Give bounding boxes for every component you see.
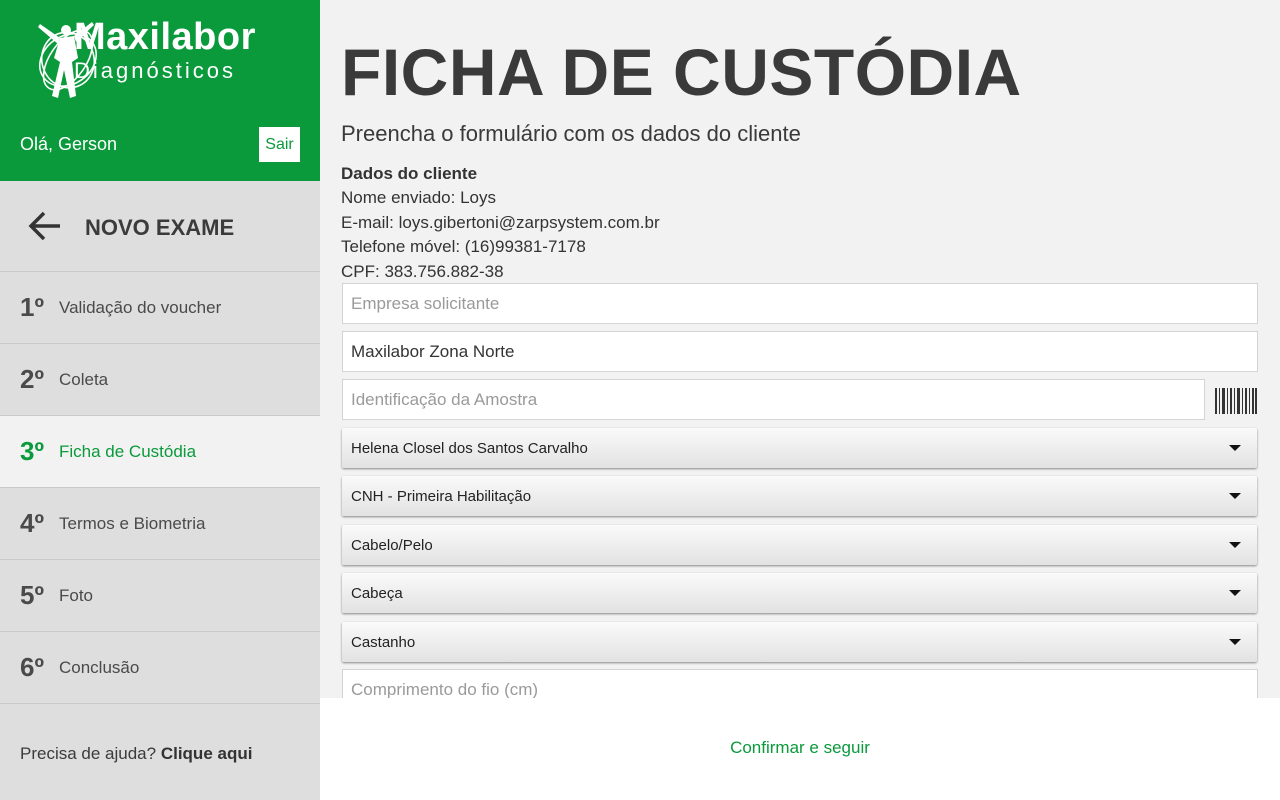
step-number: 6º (20, 652, 44, 682)
step-label: Conclusão (59, 657, 140, 677)
step-label: Ficha de Custódia (59, 441, 197, 461)
step-item-coleta[interactable]: 2º Coleta (0, 344, 320, 416)
reason-value: CNH - Primeira Habilitação (351, 487, 532, 505)
material-select[interactable]: Cabelo/Pelo (342, 525, 1257, 565)
arrow-left-icon[interactable] (26, 207, 64, 245)
caret-down-icon (1229, 493, 1241, 499)
logout-button[interactable]: Sair (259, 127, 300, 162)
region-select[interactable]: Cabeça (342, 573, 1257, 613)
sidebar: Maxilabor Diagnósticos Olá, Gerson Sair … (0, 0, 320, 800)
help-question: Precisa de ajuda? (20, 744, 157, 763)
back-header[interactable]: NOVO EXAME (0, 181, 320, 272)
step-number: 3º (20, 436, 44, 466)
company-input[interactable] (342, 283, 1258, 324)
client-phone: Telefone móvel: (16)99381-7178 (341, 237, 586, 257)
step-number: 1º (20, 292, 44, 322)
region-value: Cabeça (351, 584, 403, 602)
sample-id-input[interactable] (342, 379, 1205, 420)
collector-value: Helena Closel dos Santos Carvalho (351, 439, 588, 457)
user-greeting: Olá, Gerson (20, 134, 118, 154)
hair-length-input[interactable] (342, 669, 1258, 698)
caret-down-icon (1229, 542, 1241, 548)
reason-select[interactable]: CNH - Primeira Habilitação (342, 476, 1257, 516)
step-item-conclusao[interactable]: 6º Conclusão (0, 632, 320, 704)
collector-select[interactable]: Helena Closel dos Santos Carvalho (342, 428, 1257, 468)
step-label: Coleta (59, 369, 109, 389)
footer-bar: Confirmar e seguir (320, 698, 1280, 800)
help-link[interactable]: Clique aqui (161, 744, 253, 763)
brand-subtitle: Diagnósticos (74, 58, 236, 83)
step-number: 4º (20, 508, 44, 538)
page-title: FICHA DE CUSTÓDIA (341, 35, 1022, 109)
caret-down-icon (1229, 639, 1241, 645)
color-value: Castanho (351, 633, 416, 651)
step-number: 5º (20, 580, 44, 610)
step-item-voucher[interactable]: 1º Validação do voucher (0, 272, 320, 344)
help-text: Precisa de ajuda? Clique aqui (20, 744, 252, 764)
caret-down-icon (1229, 590, 1241, 596)
step-item-termos[interactable]: 4º Termos e Biometria (0, 488, 320, 560)
step-list: 1º Validação do voucher 2º Coleta 3º Fic… (0, 272, 320, 704)
client-info: Dados do cliente Nome enviado: Loys E-ma… (341, 162, 660, 284)
barcode-scan-icon[interactable] (1215, 388, 1257, 414)
step-item-foto[interactable]: 5º Foto (0, 560, 320, 632)
step-label: Termos e Biometria (59, 513, 206, 533)
color-select[interactable]: Castanho (342, 622, 1257, 662)
brand-name: Maxilabor (74, 16, 256, 58)
confirm-button[interactable]: Confirmar e seguir (320, 738, 1280, 758)
client-email: E-mail: loys.gibertoni@zarpsystem.com.br (341, 212, 660, 232)
back-title: NOVO EXAME (85, 215, 235, 240)
page-subtitle: Preencha o formulário com os dados do cl… (341, 121, 801, 146)
step-number: 2º (20, 364, 44, 394)
client-name: Nome enviado: Loys (341, 188, 496, 208)
step-label: Foto (59, 585, 94, 605)
client-info-heading: Dados do cliente (341, 164, 478, 183)
main-content: FICHA DE CUSTÓDIA Preencha o formulário … (320, 0, 1280, 698)
step-label: Validação do voucher (59, 297, 222, 317)
client-cpf: CPF: 383.756.882-38 (341, 261, 504, 281)
unit-input[interactable] (342, 331, 1258, 372)
step-item-ficha-custodia[interactable]: 3º Ficha de Custódia (0, 416, 320, 488)
material-value: Cabelo/Pelo (351, 536, 433, 554)
brand-header: Maxilabor Diagnósticos Olá, Gerson Sair (0, 0, 320, 181)
caret-down-icon (1229, 445, 1241, 451)
